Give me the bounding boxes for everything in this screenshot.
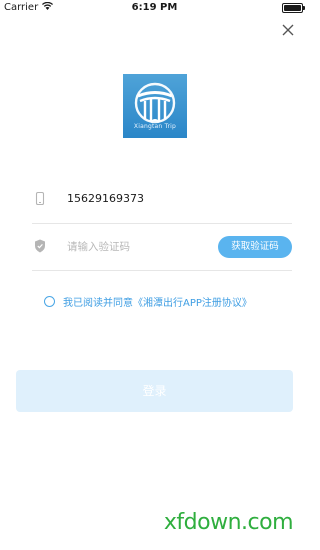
watermark: xfdown.com (163, 510, 294, 535)
battery-icon (282, 3, 305, 13)
verification-row: 获取验证码 (32, 224, 292, 271)
login-button[interactable]: 登录 (16, 370, 293, 412)
app-logo: Xiangtan Trip (123, 74, 187, 138)
status-bar: Carrier 6:19 PM (0, 0, 309, 16)
shield-icon (32, 238, 48, 254)
verification-code-input[interactable] (67, 238, 207, 256)
logo-text: Xiangtan Trip (133, 123, 177, 130)
agreement-link[interactable]: 我已阅读并同意《湘潭出行APP注册协议》 (63, 294, 252, 309)
phone-icon (32, 191, 48, 207)
status-right (282, 3, 305, 13)
get-code-button[interactable]: 获取验证码 (218, 236, 292, 258)
agreement-row: 我已阅读并同意《湘潭出行APP注册协议》 (44, 293, 252, 309)
close-icon (282, 24, 294, 36)
phone-field[interactable]: 15629169373 (67, 192, 144, 205)
phone-row: 15629169373 (32, 177, 292, 224)
status-time: 6:19 PM (131, 2, 178, 13)
close-button[interactable] (278, 20, 298, 40)
agreement-checkbox[interactable] (44, 295, 55, 307)
